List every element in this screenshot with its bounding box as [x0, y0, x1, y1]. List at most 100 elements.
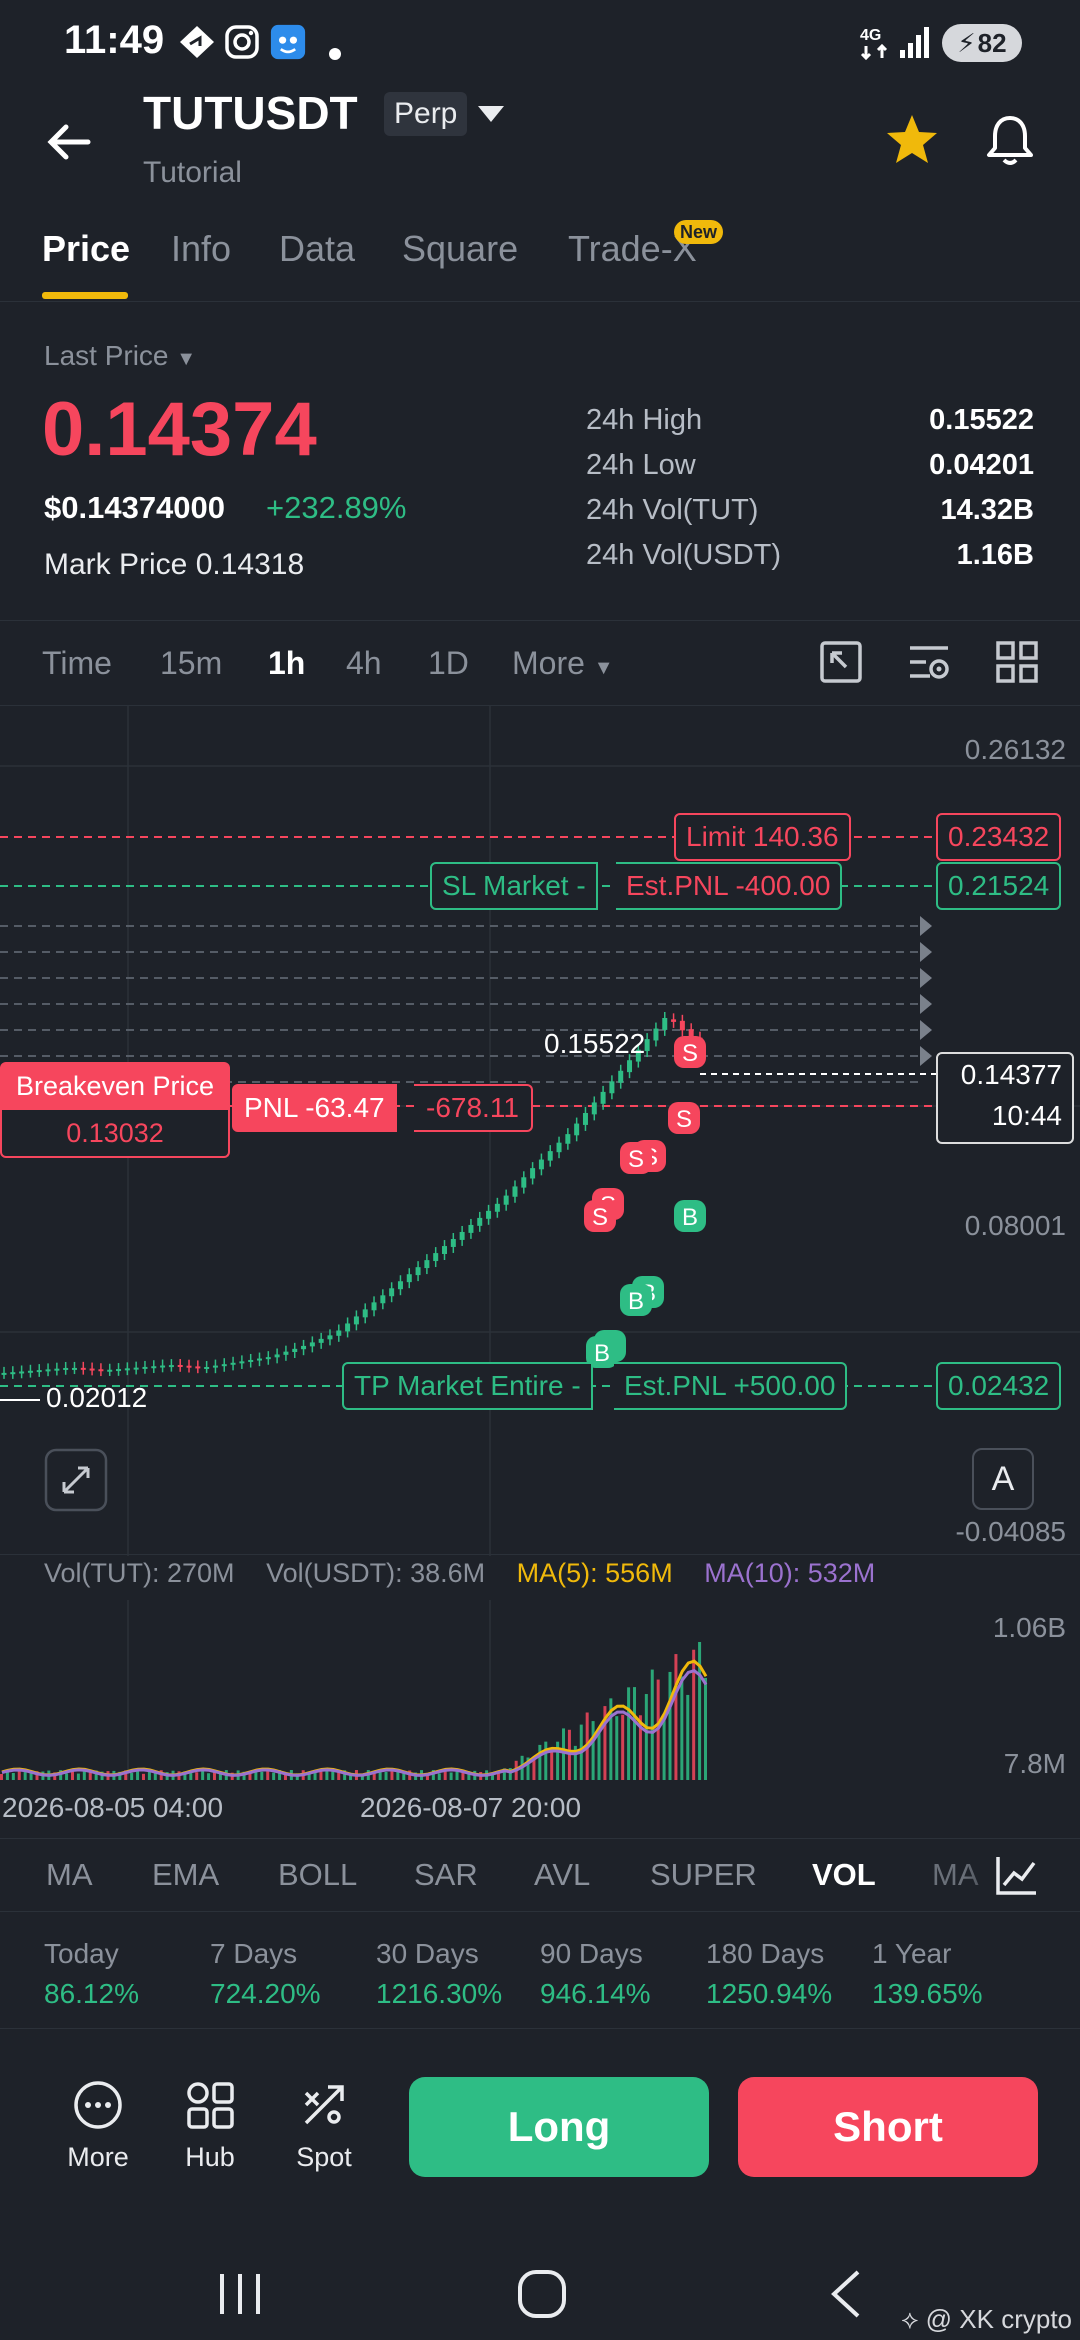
limit-order-label[interactable]: Limit 140.36 [674, 813, 851, 861]
indicator-vol[interactable]: VOL [812, 1857, 876, 1893]
pending-order-lines [0, 925, 922, 1083]
candle-body [679, 1020, 685, 1031]
more-button[interactable]: More [48, 2079, 148, 2173]
caret-down-icon: ▼ [176, 348, 197, 370]
stat-value-vol-tut: 14.32B [940, 494, 1034, 526]
tab-info[interactable]: Info [171, 228, 231, 270]
candle-body [574, 1123, 580, 1136]
indicator-tabs: MA EMA BOLL SAR AVL SUPER VOL MA [0, 1838, 1080, 1912]
price-change-percent: +232.89% [266, 490, 407, 525]
sl-order-label[interactable]: SL Market - [430, 862, 598, 910]
breakeven-price: 0.13032 [0, 1110, 230, 1158]
indicator-boll[interactable]: BOLL [278, 1857, 357, 1893]
volume-bar [76, 1773, 80, 1780]
indicator-super[interactable]: SUPER [650, 1857, 757, 1893]
vol-ma10: MA(10): 532M [704, 1558, 876, 1588]
interval-time[interactable]: Time [42, 645, 112, 682]
interval-1h[interactable]: 1h [268, 645, 305, 682]
network-4g-icon: 4G [860, 27, 888, 60]
breakeven-label[interactable]: Breakeven Price [0, 1062, 230, 1110]
chevron-down-icon[interactable] [476, 104, 506, 124]
candle-body [433, 1253, 439, 1262]
candle-body [274, 1354, 280, 1358]
candle-body [230, 1362, 236, 1365]
spot-button[interactable]: Spot [274, 2079, 374, 2173]
tab-data[interactable]: Data [279, 228, 355, 270]
marker-letter: S [592, 1204, 608, 1231]
usd-price: $0.14374000 [44, 490, 226, 525]
auto-scale-button[interactable]: A [972, 1448, 1034, 1510]
back-arrow-icon[interactable] [40, 112, 100, 172]
candle-body [336, 1330, 342, 1336]
volume-bar [704, 1677, 707, 1780]
interval-more-label: More [512, 645, 585, 681]
last-price-label[interactable]: Last Price ▼ [44, 340, 196, 372]
long-button[interactable]: Long [409, 2077, 709, 2177]
candle-body [600, 1091, 606, 1104]
volume-bar [615, 1716, 619, 1780]
interval-1d[interactable]: 1D [428, 645, 469, 682]
tp-order-label[interactable]: TP Market Entire - [342, 1362, 593, 1410]
axis-label-top: 0.26132 [964, 734, 1066, 765]
candle-countdown: 10:44 [991, 1100, 1062, 1131]
bell-icon[interactable] [982, 112, 1038, 168]
indicator-sar[interactable]: SAR [414, 1857, 478, 1893]
more-dots-icon [74, 2081, 122, 2129]
pending-order-arrows [920, 916, 932, 1066]
volume-bar [544, 1741, 548, 1780]
axis-label-mid: 0.08001 [964, 1210, 1066, 1241]
candle-body [415, 1267, 421, 1276]
candle-body [582, 1113, 588, 1125]
position-pnl[interactable]: PNL -63.47 [232, 1084, 397, 1132]
tab-price[interactable]: Price [42, 228, 130, 270]
favorite-star-icon[interactable] [884, 112, 940, 168]
more-label: More [67, 2142, 129, 2172]
stat-label-vol-usdt: 24h Vol(USDT) [586, 539, 782, 571]
buy-marker: B [674, 1200, 706, 1232]
volume-bar [668, 1671, 672, 1780]
candle-body [468, 1224, 474, 1233]
tab-square[interactable]: Square [402, 228, 518, 270]
chart-expand-icon[interactable] [818, 639, 864, 685]
position-value: -678.11 [414, 1084, 533, 1132]
volume-bar [88, 1772, 92, 1780]
volume-bar [390, 1770, 394, 1780]
recent-apps-icon[interactable] [214, 2270, 266, 2318]
chart-settings-icon[interactable] [906, 639, 952, 685]
candle-body [63, 1367, 69, 1370]
hub-button[interactable]: Hub [160, 2079, 260, 2173]
fullscreen-icon[interactable] [44, 1448, 108, 1512]
indicator-settings-icon[interactable] [994, 1855, 1038, 1897]
volume-axis-bottom: 7.8M [1003, 1748, 1066, 1779]
price-chart[interactable]: SSSSSSBBBBB 0.26132 0.08001 -0.04085 Lim… [0, 706, 1080, 1556]
perf-value-180d: 1250.94% [706, 1978, 833, 2009]
candle-body [45, 1369, 51, 1372]
indicator-avl[interactable]: AVL [534, 1857, 590, 1893]
short-button[interactable]: Short [738, 2077, 1038, 2177]
system-back-icon[interactable] [826, 2268, 866, 2320]
interval-15m[interactable]: 15m [160, 645, 222, 682]
pair-title[interactable]: TUTUSDT [143, 86, 358, 140]
candle-body [371, 1302, 377, 1311]
vol-tut: Vol(TUT): 270M [44, 1558, 235, 1588]
volume-bar [538, 1744, 542, 1780]
interval-more[interactable]: More ▼ [512, 645, 614, 682]
indicator-ma[interactable]: MA [46, 1857, 93, 1893]
indicator-ema[interactable]: EMA [152, 1857, 219, 1893]
volume-bar [272, 1772, 276, 1780]
interval-4h[interactable]: 4h [346, 645, 382, 682]
candle-body [80, 1367, 86, 1370]
volume-bar [562, 1728, 566, 1780]
candle-body [627, 1060, 633, 1073]
home-icon[interactable] [516, 2268, 568, 2320]
trade-markers: SSSSSSBBBBB [584, 1036, 706, 1368]
vol-usdt: Vol(USDT): 38.6M [266, 1558, 486, 1588]
perf-value-1y: 139.65% [872, 1978, 983, 2009]
candle-body [397, 1281, 403, 1290]
marker-letter: S [628, 1146, 644, 1173]
candle-body [477, 1217, 483, 1226]
candle-body [459, 1231, 465, 1240]
tp-order-price: 0.02432 [936, 1362, 1062, 1410]
candle-body [301, 1345, 307, 1350]
grid-layout-icon[interactable] [994, 639, 1040, 685]
